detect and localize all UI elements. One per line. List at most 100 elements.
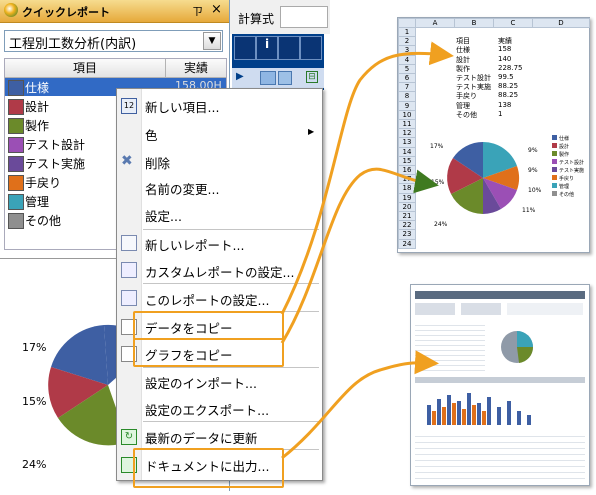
row-label: 管理 — [25, 195, 50, 209]
legend-swatch — [552, 175, 557, 180]
legend-label: 仕様 — [559, 135, 569, 142]
report-settings-icon — [121, 290, 137, 306]
report-document-preview — [410, 284, 590, 486]
sheet-pie-label: 24% — [434, 221, 448, 228]
column-header-item[interactable]: 項目 — [5, 59, 166, 78]
report-detail-table — [415, 431, 585, 479]
panel-title: クイックレポート — [22, 6, 110, 19]
legend-label: テスト実施 — [559, 167, 584, 174]
color-swatch — [8, 194, 24, 210]
report-bar-chart — [427, 393, 531, 425]
menu-separator — [143, 421, 319, 422]
highlight-export-document — [133, 448, 284, 488]
sheet-pie-label: 11% — [522, 207, 536, 214]
chevron-down-icon[interactable]: ▼ — [203, 32, 221, 50]
highlight-copy-chart — [133, 338, 284, 367]
legend-label: 手戻り — [559, 175, 574, 182]
sheet-cell[interactable]: 138 — [498, 101, 511, 109]
pie-label: 17% — [22, 341, 46, 354]
color-swatch — [8, 80, 24, 96]
play-icon[interactable]: ▶ — [236, 71, 244, 82]
folder-icon[interactable] — [260, 71, 276, 85]
formula-input[interactable] — [280, 6, 328, 28]
menu-refresh[interactable]: 最新のデータに更新 — [145, 428, 258, 447]
row-label: 手戻り — [25, 176, 62, 190]
col-header: A — [415, 18, 455, 28]
report-type-select[interactable]: 工程別工数分析(内訳) ▼ — [4, 30, 223, 52]
menu-delete[interactable]: 削除 — [145, 153, 170, 172]
legend-swatch — [552, 143, 557, 148]
legend-label: 管理 — [559, 183, 569, 190]
submenu-arrow-icon: ▶ — [308, 127, 315, 136]
menu-new-report[interactable]: 新しいレポート... — [145, 235, 244, 254]
menu-export-settings[interactable]: 設定のエクスポート... — [145, 400, 269, 419]
menu-gutter — [117, 89, 142, 480]
sheet-pie-label: 9% — [528, 167, 538, 174]
legend-swatch — [552, 159, 557, 164]
legend-swatch — [552, 191, 557, 196]
col-header: B — [454, 18, 494, 28]
tool-cell[interactable] — [278, 36, 300, 60]
pin-icon[interactable]: ㄗ — [192, 3, 203, 19]
sheet-cell[interactable]: その他 — [456, 110, 477, 120]
legend-label: テスト設計 — [559, 159, 584, 166]
row-label: その他 — [25, 214, 62, 228]
menu-color[interactable]: 色 — [145, 125, 158, 144]
menu-new-item[interactable]: 新しい項目... — [145, 97, 219, 116]
row-label: 仕様 — [25, 81, 50, 95]
menu-separator — [143, 229, 319, 230]
sheet-legend: 仕様設計製作テスト設計テスト実施手戻り管理その他 — [552, 135, 584, 198]
row-label: 製作 — [25, 119, 50, 133]
row-label: 設計 — [25, 100, 50, 114]
row-number: 24 — [398, 238, 416, 249]
tool-cell[interactable] — [234, 36, 256, 60]
sheet-pie-label: 10% — [528, 187, 542, 194]
sheet-cell[interactable]: 99.5 — [498, 73, 514, 81]
menu-separator — [143, 367, 319, 368]
color-swatch — [8, 99, 24, 115]
report-block — [507, 303, 583, 315]
column-header-actual[interactable]: 実績 — [166, 59, 226, 78]
pie-label: 15% — [22, 395, 46, 408]
sheet-cell[interactable]: 1 — [498, 110, 502, 118]
col-header: C — [493, 18, 533, 28]
sheet-cell[interactable]: 88.25 — [498, 82, 518, 90]
sheet-pie-label: 9% — [528, 147, 538, 154]
menu-settings[interactable]: 設定... — [145, 206, 182, 225]
color-swatch — [8, 213, 24, 229]
menu-this-report-settings[interactable]: このレポートの設定... — [145, 290, 269, 309]
legend-label: 設計 — [559, 143, 569, 150]
legend-label: 製作 — [559, 151, 569, 158]
report-type-value: 工程別工数分析(内訳) — [9, 37, 137, 52]
close-icon[interactable]: × — [211, 2, 222, 17]
legend-swatch — [552, 135, 557, 140]
report-block — [461, 303, 501, 315]
color-swatch — [8, 156, 24, 172]
report-pie — [501, 331, 534, 363]
custom-report-icon — [121, 262, 137, 278]
sheet-cell[interactable]: 228.75 — [498, 64, 523, 72]
expand-icon[interactable]: ⊟ — [306, 71, 318, 83]
tool-strip-lower: ▶ ⊟ — [232, 68, 324, 88]
legend-swatch — [552, 183, 557, 188]
sheet-cell[interactable]: 88.25 — [498, 91, 518, 99]
menu-custom-report-settings[interactable]: カスタムレポートの設定... — [145, 262, 294, 281]
sheet-cell[interactable]: 140 — [498, 55, 511, 63]
highlight-copy-data — [133, 311, 284, 340]
copy-icon[interactable] — [278, 71, 292, 85]
new-item-icon: 12 — [121, 98, 137, 114]
panel-titlebar: クイックレポート ㄗ × — [0, 0, 229, 23]
color-swatch — [8, 118, 24, 134]
formula-bar: 計算式 — [230, 0, 330, 34]
tool-cell[interactable] — [300, 36, 322, 60]
refresh-icon: ↻ — [121, 429, 137, 445]
color-swatch — [8, 175, 24, 191]
delete-icon: ✖ — [121, 153, 133, 169]
menu-import-settings[interactable]: 設定のインポート... — [145, 373, 257, 392]
info-icon[interactable]: i — [256, 36, 278, 60]
sheet-pie-chart: 17% 15% 24% 9% 9% 10% 11% 仕様設計製作テスト設計テスト… — [430, 135, 584, 228]
menu-rename[interactable]: 名前の変更... — [145, 179, 219, 198]
sheet-cell[interactable]: 158 — [498, 45, 511, 53]
legend-swatch — [552, 151, 557, 156]
report-table — [415, 321, 485, 371]
